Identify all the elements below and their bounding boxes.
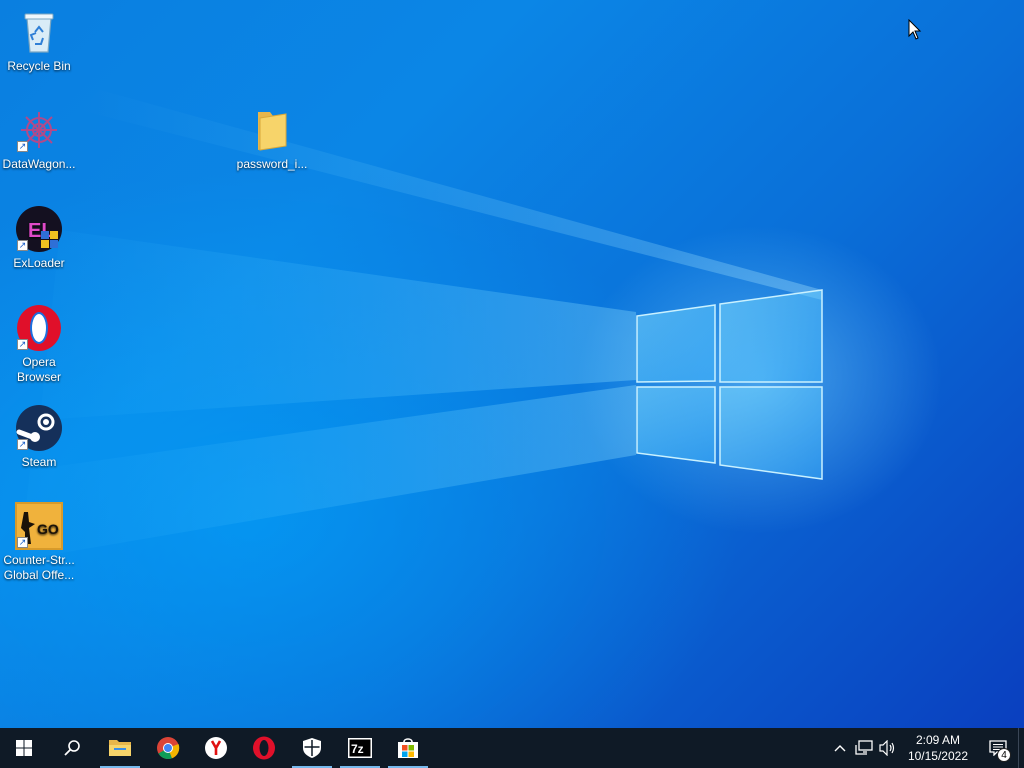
7zip-button[interactable]: 7z: [336, 728, 384, 768]
network-button[interactable]: [852, 728, 876, 768]
desktop-icon-label: Steam: [21, 455, 57, 469]
store-button[interactable]: [384, 728, 432, 768]
desktop-icon-exloader[interactable]: EL ↗ ExLoader: [1, 205, 77, 271]
start-button[interactable]: [0, 728, 48, 768]
svg-text:GO: GO: [37, 521, 59, 537]
show-hidden-icons-button[interactable]: [828, 728, 852, 768]
recycle-bin-icon: [15, 8, 63, 56]
desktop-icon-label: DataWagon...: [2, 157, 76, 171]
search-button[interactable]: [48, 728, 96, 768]
clock[interactable]: 2:09 AM 10/15/2022: [900, 732, 978, 764]
steam-icon: ↗: [15, 404, 63, 452]
desktop-icon-password-folder[interactable]: password_i...: [234, 106, 310, 172]
network-icon: [855, 740, 873, 755]
shield-icon: [303, 738, 321, 758]
store-icon: [398, 738, 418, 758]
desktop-icon-label: Counter-Str... Global Offe...: [3, 553, 75, 582]
shortcut-arrow-icon: ↗: [17, 141, 28, 152]
file-explorer-button[interactable]: [96, 728, 144, 768]
svg-text:7z: 7z: [351, 742, 364, 756]
speaker-icon: [879, 740, 895, 756]
svg-text:EL: EL: [28, 220, 54, 242]
search-icon: [64, 740, 80, 756]
desktop[interactable]: Recycle Bin ↗ DataWagon... password_i...: [0, 0, 1024, 728]
shortcut-arrow-icon: ↗: [17, 339, 28, 350]
desktop-icon-opera[interactable]: ↗ Opera Browser: [1, 304, 77, 385]
desktop-icon-datawagon[interactable]: ↗ DataWagon...: [1, 106, 77, 172]
taskbar: 7z 2:09 AM 10/15/2022 4: [0, 728, 1024, 768]
datawagon-icon: ↗: [15, 106, 63, 154]
desktop-icon-label: password_i...: [236, 157, 308, 171]
shortcut-arrow-icon: ↗: [17, 439, 28, 450]
opera-icon: ↗: [15, 304, 63, 352]
shortcut-arrow-icon: ↗: [17, 240, 28, 251]
yandex-icon: [205, 737, 227, 759]
system-tray: 2:09 AM 10/15/2022 4: [828, 728, 1024, 768]
security-button[interactable]: [288, 728, 336, 768]
mouse-cursor-icon: [908, 19, 922, 40]
desktop-icon-label: Opera Browser: [16, 355, 61, 384]
exloader-icon: EL ↗: [15, 205, 63, 253]
chrome-button[interactable]: [144, 728, 192, 768]
windows-logo-icon: [16, 740, 32, 756]
desktop-icon-recycle-bin[interactable]: Recycle Bin: [1, 8, 77, 74]
opera-icon: [253, 736, 275, 760]
notification-count-badge: 4: [997, 748, 1011, 762]
desktop-icon-label: Recycle Bin: [7, 59, 71, 73]
opera-button[interactable]: [240, 728, 288, 768]
show-desktop-button[interactable]: [1018, 728, 1024, 768]
7zip-icon: 7z: [348, 738, 372, 758]
folder-icon: [109, 740, 131, 756]
chrome-icon: [157, 737, 180, 760]
folder-icon: [248, 106, 296, 154]
volume-button[interactable]: [876, 728, 900, 768]
csgo-icon: GO ↗: [15, 502, 63, 550]
clock-date: 10/15/2022: [907, 749, 968, 763]
action-center-button[interactable]: 4: [978, 728, 1018, 768]
shortcut-arrow-icon: ↗: [17, 537, 28, 548]
desktop-icon-label: ExLoader: [13, 256, 65, 270]
wallpaper-light-beams: [20, 90, 822, 560]
desktop-icon-csgo[interactable]: GO ↗ Counter-Str... Global Offe...: [1, 502, 77, 583]
chevron-up-icon: [834, 745, 846, 752]
yandex-button[interactable]: [192, 728, 240, 768]
clock-time: 2:09 AM: [915, 733, 960, 747]
wallpaper-windows-logo: [636, 289, 823, 480]
desktop-icon-steam[interactable]: ↗ Steam: [1, 404, 77, 470]
